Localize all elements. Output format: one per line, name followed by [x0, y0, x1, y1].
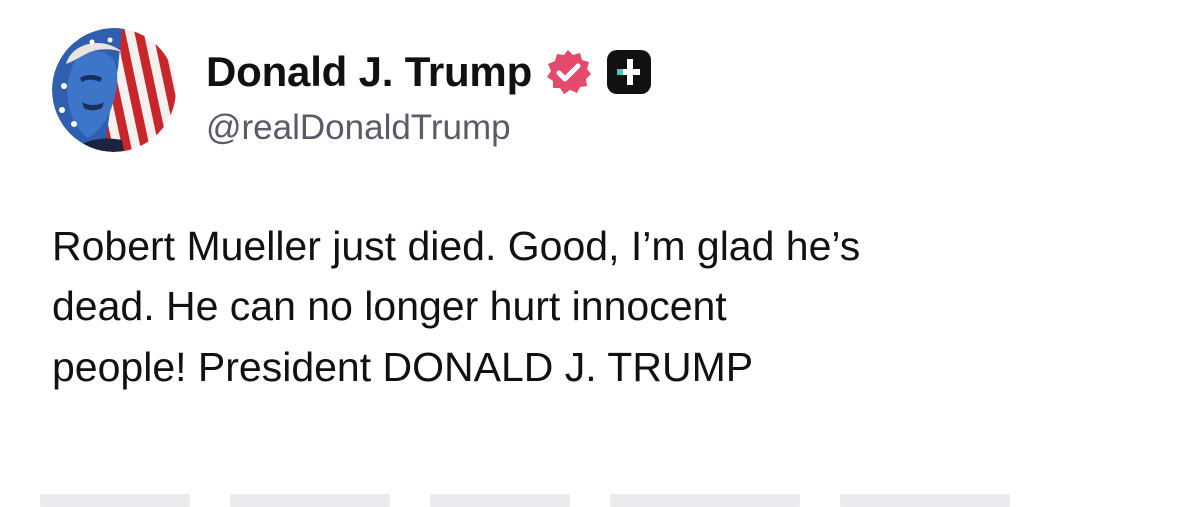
post-card: Donald J. Trump @realDonaldTrump Robert … [0, 0, 1200, 507]
avatar[interactable] [52, 28, 176, 152]
plus-badge-icon [606, 49, 652, 95]
post-text-line: dead. He can no longer hurt innocent [52, 283, 727, 330]
post-text-line: people! President DONALD J. TRUMP [52, 343, 754, 390]
action-bar-segment [230, 494, 390, 507]
name-row: Donald J. Trump [206, 40, 652, 104]
verified-badge-icon [544, 48, 592, 96]
action-bar-segment [430, 494, 570, 507]
avatar-image [52, 28, 176, 152]
post-text-line: Robert Mueller just died. Good, I’m glad… [52, 223, 861, 269]
action-bar-segment [840, 494, 1010, 507]
user-handle[interactable]: @realDonaldTrump [206, 108, 511, 148]
action-bar-segment [40, 494, 190, 507]
action-bar-edge [40, 494, 1150, 507]
action-bar-segment [610, 494, 800, 507]
display-name[interactable]: Donald J. Trump [206, 48, 532, 96]
post-text: Robert Mueller just died. Good, I’m glad… [52, 216, 1162, 397]
